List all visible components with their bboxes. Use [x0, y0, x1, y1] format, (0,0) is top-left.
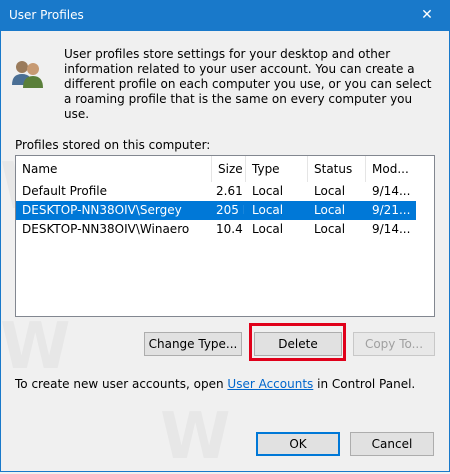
footer-text: To create new user accounts, open User A…	[15, 377, 415, 391]
table-row[interactable]: Default Profile 2.61 MB Local Local 9/14…	[16, 182, 416, 201]
intro-text: User profiles store settings for your de…	[64, 47, 432, 121]
profile-name: DESKTOP-NN38OIV\Winaero	[22, 222, 190, 236]
window-title: User Profiles	[9, 8, 84, 22]
profile-type: Local	[252, 203, 284, 217]
profile-type: Local	[252, 184, 284, 198]
profile-size: 205 MB	[216, 203, 244, 217]
change-type-button[interactable]: Change Type...	[144, 332, 242, 356]
copy-to-button[interactable]: Copy To...	[353, 332, 435, 356]
column-header-status[interactable]: Status	[308, 156, 366, 182]
footer-prefix: To create new user accounts, open	[15, 377, 228, 391]
ok-button[interactable]: OK	[256, 432, 340, 456]
profile-status: Local	[314, 203, 346, 217]
title-bar: User Profiles ✕	[0, 0, 450, 31]
profile-size: 2.61 MB	[216, 184, 244, 198]
profile-type: Local	[252, 222, 284, 236]
profile-modified: 9/14...	[372, 184, 411, 198]
profile-name: Default Profile	[22, 184, 107, 198]
close-icon[interactable]: ✕	[404, 0, 450, 31]
user-profiles-icon	[12, 61, 43, 88]
user-accounts-link[interactable]: User Accounts	[227, 377, 313, 391]
table-row-selected[interactable]: DESKTOP-NN38OIV\Sergey 205 MB Local Loca…	[16, 201, 416, 220]
table-row[interactable]: DESKTOP-NN38OIV\Winaero 10.4 MB Local Lo…	[16, 220, 416, 239]
column-header-name[interactable]: Name	[16, 156, 212, 182]
footer-suffix: in Control Panel.	[313, 377, 416, 391]
profile-status: Local	[314, 184, 346, 198]
profile-size: 10.4 MB	[216, 222, 244, 236]
column-header-size[interactable]: Size	[212, 156, 246, 182]
column-header-type[interactable]: Type	[246, 156, 308, 182]
profile-modified: 9/14...	[372, 222, 411, 236]
column-header-modified[interactable]: Mod...	[366, 156, 416, 182]
profile-name: DESKTOP-NN38OIV\Sergey	[22, 203, 182, 217]
profiles-listview[interactable]: Name Size Type Status Mod... Default Pro…	[15, 155, 435, 317]
delete-highlight-box	[249, 323, 346, 361]
profile-modified: 9/21...	[372, 203, 411, 217]
profile-status: Local	[314, 222, 346, 236]
profiles-list-label: Profiles stored on this computer:	[15, 138, 211, 152]
listview-header: Name Size Type Status Mod...	[16, 156, 434, 182]
cancel-button[interactable]: Cancel	[350, 432, 434, 456]
